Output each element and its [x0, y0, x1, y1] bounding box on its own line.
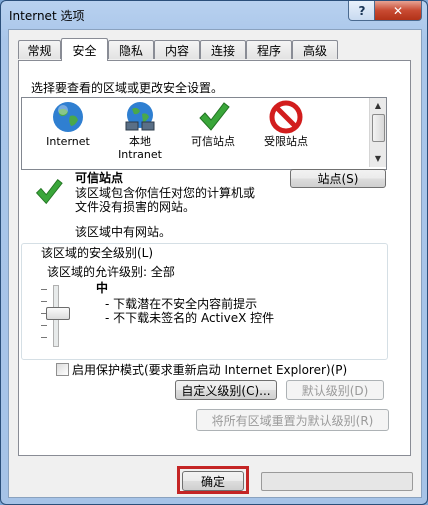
- scroll-thumb[interactable]: [372, 114, 385, 142]
- security-level-bullet: - 不下载未签名的 ActiveX 控件: [105, 311, 275, 325]
- slider-tick: [41, 325, 47, 326]
- slider-tick: [41, 289, 47, 290]
- no-entry-icon: [269, 100, 303, 134]
- tab-advanced[interactable]: 高级: [292, 40, 338, 59]
- help-button[interactable]: ?: [348, 1, 376, 21]
- zone-local-intranet[interactable]: 本地 Intranet: [104, 98, 176, 161]
- globe-icon: [53, 102, 83, 132]
- ok-button-highlight: [177, 466, 249, 494]
- select-zone-prompt: 选择要查看的区域或更改安全设置。: [31, 81, 224, 95]
- tab-security[interactable]: 安全: [61, 38, 108, 61]
- zone-restricted-sites[interactable]: 受限站点: [250, 98, 322, 148]
- zone-label: 受限站点: [264, 135, 308, 148]
- default-level-button[interactable]: 默认级别(D): [286, 380, 384, 400]
- tab-content[interactable]: 内容: [154, 40, 200, 59]
- tab-general[interactable]: 常规: [18, 40, 61, 59]
- zone-internet[interactable]: Internet: [32, 98, 104, 148]
- close-button[interactable]: ✕: [374, 1, 422, 21]
- security-level-group-label: 该区域的安全级别(L): [39, 244, 156, 261]
- window-title: Internet 选项: [9, 9, 85, 23]
- security-level-name: 中: [96, 281, 109, 295]
- slider-tick: [41, 301, 47, 302]
- footer-placeholder-bar: [261, 472, 413, 491]
- sites-button[interactable]: 站点(S): [290, 169, 386, 188]
- allowed-levels-text: 该区域的允许级别: 全部: [47, 265, 175, 279]
- selected-zone-title: 可信站点: [75, 171, 124, 185]
- zone-has-sites-text: 该区域中有网站。: [75, 225, 172, 239]
- slider-tick: [41, 337, 47, 338]
- zone-label: 可信站点: [191, 135, 235, 148]
- zone-list-scrollbar[interactable]: ▲ ▼: [369, 98, 386, 167]
- selected-zone-description: 该区域包含你信任对您的计算机或 文件没有损害的网站。: [75, 186, 256, 214]
- zone-label: 本地 Intranet: [118, 135, 162, 161]
- protected-mode-label[interactable]: 启用保护模式(要求重新启动 Internet Explorer)(P): [72, 361, 347, 378]
- scroll-down-arrow-icon[interactable]: ▼: [372, 153, 384, 165]
- intranet-globe-icon: [125, 102, 155, 131]
- tab-connections[interactable]: 连接: [200, 40, 246, 59]
- scroll-up-arrow-icon[interactable]: ▲: [372, 100, 384, 112]
- zone-list: Internet 本地 Intranet 可信站点 受限站点 ▲ ▼: [21, 97, 387, 170]
- tab-programs[interactable]: 程序: [246, 40, 292, 59]
- security-level-slider-thumb[interactable]: [46, 307, 70, 320]
- protected-mode-checkbox[interactable]: [56, 363, 69, 376]
- custom-level-button[interactable]: 自定义级别(C)...: [175, 380, 277, 400]
- zone-label: Internet: [46, 135, 90, 148]
- checkmark-icon: [199, 102, 230, 131]
- reset-all-zones-button[interactable]: 将所有区域重置为默认级别(R): [196, 409, 389, 431]
- tab-privacy[interactable]: 隐私: [108, 40, 154, 59]
- dialog-window: Internet 选项 ? ✕ 常规 安全 隐私 内容 连接 程序 高级 选择要…: [0, 0, 428, 505]
- zone-trusted-sites[interactable]: 可信站点: [177, 98, 249, 148]
- title-bar[interactable]: Internet 选项 ? ✕: [1, 1, 427, 29]
- selected-zone-checkmark-icon: [35, 179, 63, 205]
